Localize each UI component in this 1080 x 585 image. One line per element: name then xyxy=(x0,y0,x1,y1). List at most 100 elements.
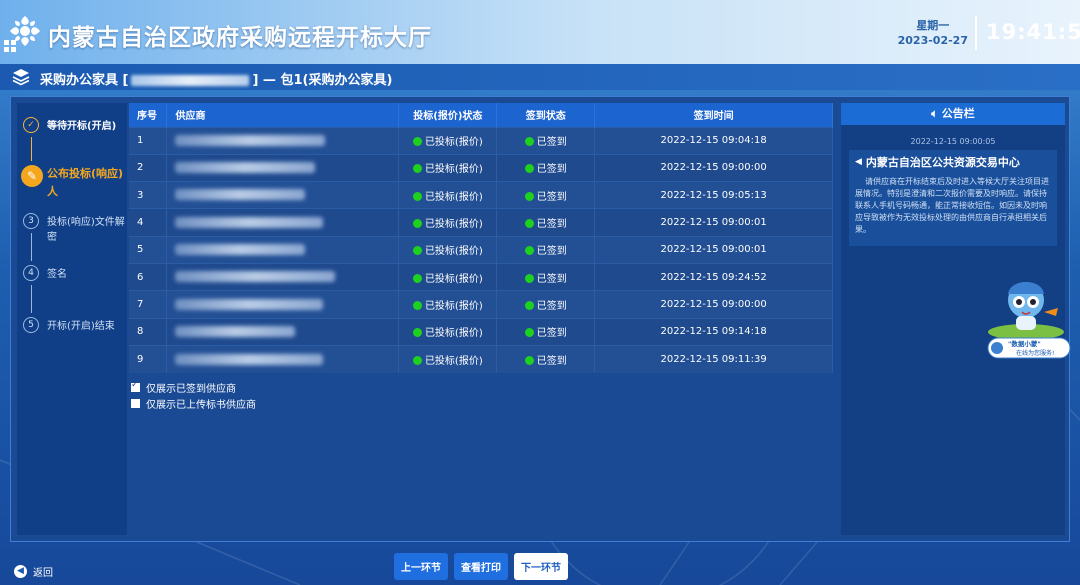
step-label: 签名 xyxy=(47,269,67,280)
col-header-no: 序号 xyxy=(129,103,168,127)
notice-card: ◀︎ 内蒙古自治区公共资源交易中心 请供应商在开标结束后及时进入等候大厅关注项目… xyxy=(849,150,1057,246)
speaker-icon: 🔈︎ xyxy=(931,107,942,120)
cell-no: 9 xyxy=(129,344,168,373)
status-dot-icon xyxy=(524,328,534,338)
sign-status-text: 已签到 xyxy=(536,246,567,258)
status-dot-icon xyxy=(524,164,534,174)
filter-signed-only[interactable]: 仅展示已签到供应商 xyxy=(131,379,256,395)
cell-sign-status: 已签到 xyxy=(496,235,596,264)
date: 2023-02-27 xyxy=(897,34,968,47)
project-name-prefix: 采购办公家具 [ xyxy=(40,73,129,88)
status-dot-icon xyxy=(524,273,534,283)
filter-options: 仅展示已签到供应商 仅展示已上传标书供应商 xyxy=(131,379,256,411)
notice-body: 请供应商在开标结束后及时进入等候大厅关注项目进展情况。特别是澄清和二次报价需要及… xyxy=(855,177,1049,234)
bid-status-text: 已投标(报价) xyxy=(424,246,483,258)
redacted-project-code xyxy=(131,75,250,86)
cell-supplier xyxy=(166,290,400,319)
cell-sign-status: 已签到 xyxy=(496,181,596,209)
app-title: 内蒙古自治区政府采购远程开标大厅 xyxy=(48,25,432,51)
cell-bid-status: 已投标(报价) xyxy=(398,317,498,346)
cell-no: 8 xyxy=(129,317,168,346)
cell-supplier xyxy=(166,235,400,264)
step-label: 等待开标(开启) xyxy=(47,121,117,132)
sign-status-text: 已签到 xyxy=(536,164,567,176)
cell-sign-time: 2022-12-15 09:00:00 xyxy=(594,153,833,182)
table-row: 3 已投标(报价) 已签到 2022-12-15 09:05:13 xyxy=(129,181,833,209)
app-header: 内蒙古自治区政府采购远程开标大厅 星期一 2023-02-27 19:41:53 xyxy=(0,0,1080,64)
redacted-supplier-name xyxy=(175,298,324,310)
redacted-supplier-name xyxy=(175,162,316,174)
status-dot-icon xyxy=(412,328,422,338)
cell-no: 3 xyxy=(129,181,168,209)
cell-no: 2 xyxy=(129,153,168,182)
redacted-supplier-name xyxy=(175,189,306,201)
cell-sign-status: 已签到 xyxy=(496,153,596,182)
status-dot-icon xyxy=(412,164,422,174)
table-body: 1 已投标(报价) 已签到 2022-12-15 09:04:18 2 已投标(报价) 已签… xyxy=(129,126,833,373)
table-row: 9 已投标(报价) 已签到 2022-12-15 09:11:39 xyxy=(129,344,833,373)
megaphone-icon: ◀︎ xyxy=(855,157,862,167)
step-connector xyxy=(31,137,32,161)
bid-status-text: 已投标(报价) xyxy=(424,191,483,203)
status-dot-icon xyxy=(524,300,534,310)
clock-divider xyxy=(975,16,977,50)
status-dot-icon xyxy=(524,137,534,147)
notice-date: 2022-12-15 09:00:05 xyxy=(910,137,996,146)
sign-status-text: 已签到 xyxy=(536,191,567,203)
cell-no: 4 xyxy=(129,208,168,237)
check-icon: ✓ xyxy=(23,117,39,133)
cell-sign-time: 2022-12-15 09:00:01 xyxy=(594,208,833,237)
status-dot-icon xyxy=(412,219,422,229)
filter-signed-checkbox[interactable] xyxy=(131,380,140,392)
col-header-bid-status: 投标(报价)状态 xyxy=(398,103,498,127)
sign-status-text: 已签到 xyxy=(536,328,567,340)
filter-uploaded-checkbox[interactable] xyxy=(131,398,140,408)
notice-title: 公告栏 xyxy=(941,107,975,120)
table-row: 8 已投标(报价) 已签到 2022-12-15 09:14:18 xyxy=(129,317,833,346)
print-button[interactable]: 查看打印 xyxy=(454,553,508,580)
cell-sign-status: 已签到 xyxy=(496,208,596,237)
cell-sign-status: 已签到 xyxy=(496,126,596,155)
sign-status-text: 已签到 xyxy=(536,355,567,367)
status-dot-icon xyxy=(524,219,534,229)
cell-sign-time: 2022-12-15 09:05:13 xyxy=(594,181,833,209)
cell-sign-time: 2022-12-15 09:24:52 xyxy=(594,262,833,291)
sign-status-text: 已签到 xyxy=(536,273,567,285)
status-dot-icon xyxy=(412,246,422,256)
supplier-table-wrap: 序号 供应商 投标(报价)状态 签到状态 签到时间 1 已投标(报价) 已签到 202… xyxy=(129,103,833,373)
status-dot-icon xyxy=(412,137,422,147)
cell-bid-status: 已投标(报价) xyxy=(398,153,498,182)
bid-status-text: 已投标(报价) xyxy=(424,355,483,367)
back-link[interactable]: ◀ 返回 xyxy=(14,564,53,579)
step-number: 5 xyxy=(23,317,39,333)
prev-step-button[interactable]: 上一环节 xyxy=(394,553,448,580)
supplier-table: 序号 供应商 投标(报价)状态 签到状态 签到时间 1 已投标(报价) 已签到 202… xyxy=(129,103,833,373)
mascot-assistant[interactable]: "数据小蒙" 在线为您服务! xyxy=(986,270,1072,362)
cell-bid-status: 已投标(报价) xyxy=(398,344,498,373)
table-header-row: 序号 供应商 投标(报价)状态 签到状态 签到时间 xyxy=(129,103,833,127)
cell-sign-time: 2022-12-15 09:00:00 xyxy=(594,290,833,319)
status-dot-icon xyxy=(412,355,422,365)
step-label: 开标(开启)结束 xyxy=(47,321,115,332)
bid-status-text: 已投标(报价) xyxy=(424,219,483,231)
back-label: 返回 xyxy=(33,568,53,579)
cell-no: 5 xyxy=(129,235,168,264)
notice-org: ◀︎ 内蒙古自治区公共资源交易中心 xyxy=(855,154,1051,170)
filter-uploaded-only[interactable]: 仅展示已上传标书供应商 xyxy=(131,395,256,411)
mascot-slogan: 在线为您服务! xyxy=(1016,349,1054,357)
step-label: 投标(响应)文件解密 xyxy=(47,217,125,243)
grid-menu-icon[interactable] xyxy=(4,40,16,52)
layers-icon xyxy=(12,69,30,86)
sign-status-text: 已签到 xyxy=(536,219,567,231)
bid-status-text: 已投标(报价) xyxy=(424,273,483,285)
filter-signed-label: 仅展示已签到供应商 xyxy=(146,383,236,395)
weekday: 星期一 xyxy=(916,19,950,32)
redacted-supplier-name xyxy=(175,271,336,283)
clock: 19:41:53 xyxy=(986,20,1080,44)
cell-bid-status: 已投标(报价) xyxy=(398,181,498,209)
bid-status-text: 已投标(报价) xyxy=(424,164,483,176)
project-bar: 采购办公家具 [] — 包1(采购办公家具) xyxy=(0,64,1080,90)
next-step-button[interactable]: 下一环节 xyxy=(514,553,568,580)
step-number: 3 xyxy=(23,213,39,229)
cell-supplier xyxy=(166,181,400,209)
